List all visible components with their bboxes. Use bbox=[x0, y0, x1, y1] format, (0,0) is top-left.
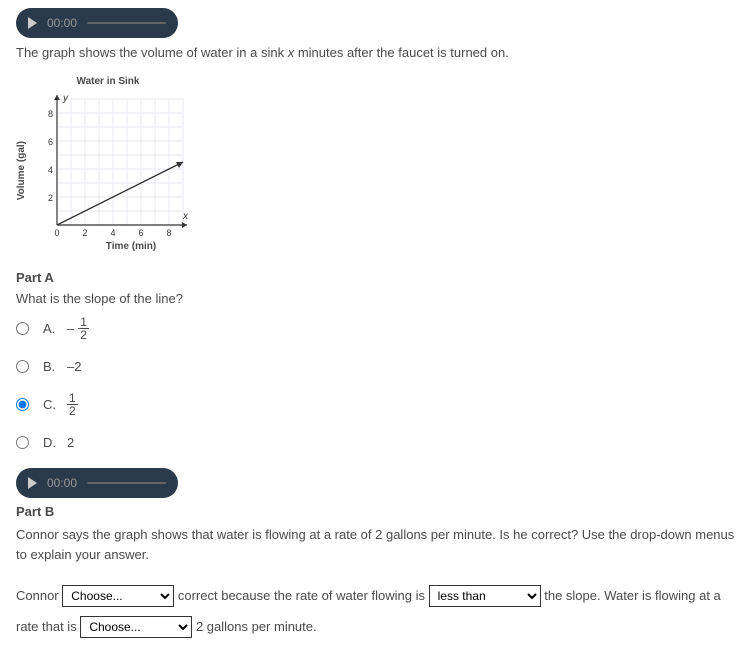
dropdown-1[interactable]: Choose... bbox=[62, 585, 174, 607]
option-letter: A. bbox=[43, 321, 57, 336]
chart-ylabel: Volume (gal) bbox=[16, 141, 27, 200]
svg-text:8: 8 bbox=[48, 109, 53, 119]
svg-text:2: 2 bbox=[48, 193, 53, 203]
svg-text:4: 4 bbox=[48, 165, 53, 175]
dropdown-2[interactable]: less than bbox=[429, 585, 541, 607]
option-value: –2 bbox=[67, 359, 81, 374]
svg-text:2: 2 bbox=[82, 228, 87, 238]
part-a-header: Part A bbox=[16, 270, 736, 285]
radio-c[interactable] bbox=[16, 398, 29, 411]
option-a[interactable]: A. – 1 2 bbox=[16, 316, 736, 341]
option-d[interactable]: D. 2 bbox=[16, 435, 736, 450]
option-value: 1 2 bbox=[67, 392, 78, 417]
option-value: 2 bbox=[67, 435, 74, 450]
audio-player-2[interactable]: 00:00 bbox=[16, 468, 178, 498]
chart-xlabel: Time (min) bbox=[57, 241, 205, 252]
question-suffix: minutes after the faucet is turned on. bbox=[294, 45, 509, 60]
audio-track[interactable] bbox=[87, 482, 166, 484]
option-letter: C. bbox=[43, 397, 57, 412]
radio-b[interactable] bbox=[16, 360, 29, 373]
fraction-den: 2 bbox=[67, 405, 78, 417]
chart-plot: 0 2 4 6 8 2 4 6 8 x y bbox=[31, 89, 191, 239]
fill-text-2: correct because the rate of water flowin… bbox=[178, 588, 429, 603]
option-b[interactable]: B. –2 bbox=[16, 359, 736, 374]
play-icon[interactable] bbox=[28, 477, 37, 489]
fraction: 1 2 bbox=[67, 392, 78, 417]
svg-text:x: x bbox=[182, 211, 189, 222]
option-letter: D. bbox=[43, 435, 57, 450]
audio-player-1[interactable]: 00:00 bbox=[16, 8, 178, 38]
radio-d[interactable] bbox=[16, 436, 29, 449]
chart: Water in Sink Volume (gal) bbox=[16, 76, 736, 252]
svg-text:4: 4 bbox=[110, 228, 115, 238]
part-b-header: Part B bbox=[16, 504, 736, 519]
part-a-options: A. – 1 2 B. –2 C. 1 2 D. 2 bbox=[16, 316, 736, 450]
radio-a[interactable] bbox=[16, 322, 29, 335]
svg-text:0: 0 bbox=[54, 228, 59, 238]
minus-sign: – bbox=[67, 321, 74, 336]
svg-text:6: 6 bbox=[48, 137, 53, 147]
part-a-question: What is the slope of the line? bbox=[16, 291, 736, 306]
audio-time: 00:00 bbox=[47, 16, 77, 30]
fraction: 1 2 bbox=[78, 316, 89, 341]
option-value: – 1 2 bbox=[67, 316, 89, 341]
chart-title: Water in Sink bbox=[28, 76, 188, 87]
question-prefix: The graph shows the volume of water in a… bbox=[16, 45, 288, 60]
svg-text:6: 6 bbox=[138, 228, 143, 238]
part-b-fill: Connor Choose... correct because the rat… bbox=[16, 580, 736, 642]
fill-text-4: 2 gallons per minute. bbox=[196, 619, 317, 634]
svg-text:y: y bbox=[62, 93, 69, 104]
option-letter: B. bbox=[43, 359, 57, 374]
fill-text-1: Connor bbox=[16, 588, 62, 603]
option-c[interactable]: C. 1 2 bbox=[16, 392, 736, 417]
part-b-prompt: Connor says the graph shows that water i… bbox=[16, 525, 736, 564]
question-text: The graph shows the volume of water in a… bbox=[16, 44, 736, 62]
audio-track[interactable] bbox=[87, 22, 166, 24]
play-icon[interactable] bbox=[28, 17, 37, 29]
fraction-den: 2 bbox=[78, 329, 89, 341]
dropdown-3[interactable]: Choose... bbox=[80, 616, 192, 638]
audio-time: 00:00 bbox=[47, 476, 77, 490]
svg-text:8: 8 bbox=[166, 228, 171, 238]
